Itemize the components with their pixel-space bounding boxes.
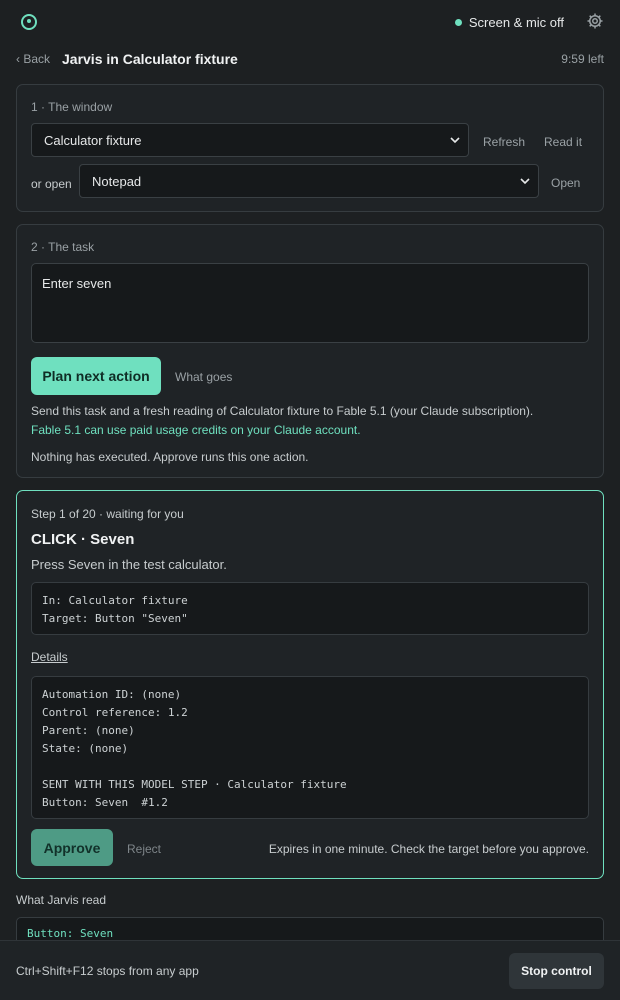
back-link[interactable]: ‹ Back [16,52,50,66]
task-section-label: 2 · The task [31,240,95,254]
window-select[interactable]: Calculator fixture [31,123,469,157]
task-input[interactable]: Enter seven [31,263,589,343]
stop-control-button[interactable]: Stop control [509,953,604,989]
detail-line: State: (none) [42,742,129,755]
plan-next-action-button[interactable]: Plan next action [31,357,161,395]
expires-note: Expires in one minute. Check the target … [268,842,589,856]
status-text: Screen & mic off [468,15,564,30]
target-line: Target: Button "Seven" [42,612,188,625]
detail-line: Control reference: 1.2 [42,706,188,719]
step-action: CLICK · Seven [31,531,135,548]
footer-bar: Ctrl+Shift+F12 stops from any app Stop c… [0,940,620,1000]
page-title: Jarvis in Calculator fixture [62,51,238,67]
target-box: In: Calculator fixture Target: Button "Se… [31,582,589,635]
time-left: 9:59 left [561,52,604,66]
what-goes-link[interactable]: What goes [175,370,232,384]
read-section-label: What Jarvis read [16,893,107,907]
detail-line: Parent: (none) [42,724,135,737]
gear-icon[interactable] [586,12,604,30]
detail-line: SENT WITH THIS MODEL STEP · Calculator f… [42,778,347,791]
read-it-button[interactable]: Read it [544,135,582,149]
detail-line: Automation ID: (none) [42,688,182,701]
chevron-down-icon [520,178,530,185]
target-in-line: In: Calculator fixture [42,594,188,607]
step-card: Step 1 of 20 · waiting for you CLICK · S… [16,490,604,879]
nothing-executed-text: Nothing has executed. Approve runs this … [31,450,309,464]
window-section-label: 1 · The window [31,100,113,114]
credits-note: Fable 5.1 can use paid usage credits on … [31,423,361,437]
details-box: Automation ID: (none) Control reference: … [31,676,589,819]
open-app-select[interactable]: Notepad [79,164,539,198]
step-description: Press Seven in the test calculator. [31,557,227,572]
details-toggle[interactable]: Details [31,650,68,664]
detail-line [42,758,578,776]
send-info-text: Send this task and a fresh reading of Ca… [31,404,534,418]
header-row: ‹ Back Jarvis in Calculator fixture 9:59… [0,44,620,76]
refresh-button[interactable]: Refresh [483,135,525,149]
approve-button[interactable]: Approve [31,829,113,866]
window-select-value: Calculator fixture [44,132,142,148]
window-card: 1 · The window Calculator fixture Refres… [16,84,604,212]
stop-shortcut-hint: Ctrl+Shift+F12 stops from any app [16,964,199,978]
detail-line: Button: Seven #1.2 [42,796,168,809]
or-open-label: or open [31,177,72,191]
task-card: 2 · The task Enter seven Plan next actio… [16,224,604,478]
top-bar: Screen & mic off [0,0,620,44]
status-indicator: Screen & mic off [454,15,564,30]
ring-logo-icon [21,14,37,30]
open-button[interactable]: Open [551,176,580,190]
status-dot-icon [454,19,462,26]
chevron-down-icon [450,137,460,144]
reject-button[interactable]: Reject [127,842,161,856]
step-status: Step 1 of 20 · waiting for you [31,507,184,521]
open-app-value: Notepad [92,173,142,189]
